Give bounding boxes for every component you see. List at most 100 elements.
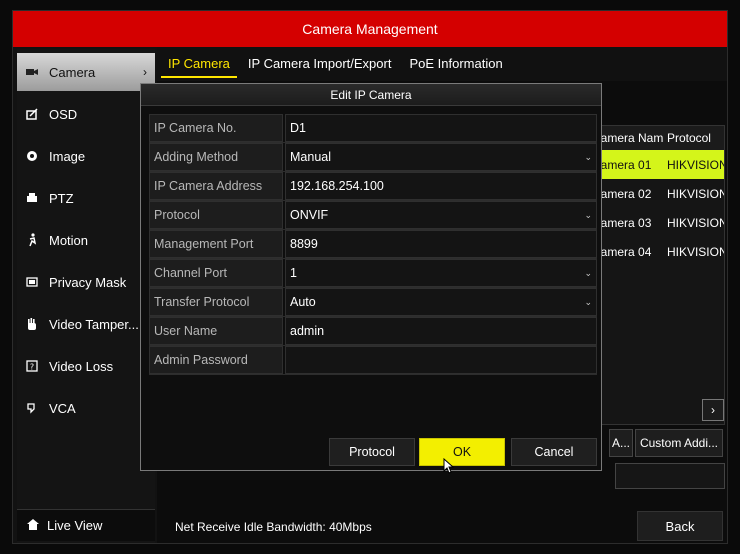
chevron-down-icon: ⌄: [584, 151, 592, 162]
camera-name-cell: Camera 02: [598, 186, 652, 201]
video-loss-icon: ?: [25, 359, 39, 373]
motion-icon: [25, 233, 39, 247]
chevron-down-icon: ⌄: [584, 267, 592, 278]
transfer-protocol-value: Auto: [290, 295, 316, 309]
tab-poe-information[interactable]: PoE Information: [400, 52, 511, 76]
camera-name-cell: Camera 03: [598, 215, 652, 230]
sidebar-item-label: Video Loss: [49, 358, 114, 374]
form-row: Channel Port 1 ⌄: [149, 259, 597, 288]
user-name-label: User Name: [149, 317, 283, 345]
privacy-mask-icon: [25, 275, 39, 289]
table-header: Camera Name Protocol: [598, 126, 724, 150]
sidebar-item-label: VCA: [49, 400, 76, 416]
osd-icon: [25, 107, 39, 121]
custom-adding-button[interactable]: Custom Addi...: [635, 429, 723, 457]
form-row: Admin Password: [149, 346, 597, 375]
form-row: IP Camera Address 192.168.254.100: [149, 172, 597, 201]
management-port-field[interactable]: 8899: [285, 230, 597, 258]
protocol-value: ONVIF: [290, 208, 329, 222]
protocol-cell: HIKVISION: [666, 186, 724, 201]
ip-camera-no-value: D1: [290, 121, 306, 135]
sidebar-item-motion[interactable]: Motion: [17, 221, 155, 259]
sidebar-item-label: Privacy Mask: [49, 274, 127, 290]
protocol-cell: HIKVISION: [666, 157, 724, 172]
protocol-label: Protocol: [149, 201, 283, 229]
ok-button[interactable]: OK: [419, 438, 505, 466]
sidebar-item-label: PTZ: [49, 190, 74, 206]
sidebar-item-image[interactable]: Image: [17, 137, 155, 175]
adding-method-label: Adding Method: [149, 143, 283, 171]
cancel-button[interactable]: Cancel: [511, 438, 597, 466]
scroll-right-button[interactable]: ›: [702, 399, 724, 421]
sidebar-item-video-loss[interactable]: ? Video Loss: [17, 347, 155, 385]
bandwidth-status: Net Receive Idle Bandwidth: 40Mbps: [175, 520, 372, 534]
transfer-protocol-select[interactable]: Auto ⌄: [285, 288, 597, 316]
user-name-value: admin: [290, 324, 325, 338]
admin-password-field[interactable]: [285, 346, 597, 374]
protocol-cell: HIKVISION: [666, 215, 724, 230]
form-row: Management Port 8899: [149, 230, 597, 259]
add-button[interactable]: A...: [609, 429, 633, 457]
column-header-camera-name: Camera Name: [598, 131, 663, 145]
sidebar-item-ptz[interactable]: PTZ: [17, 179, 155, 217]
ip-camera-address-field[interactable]: 192.168.254.100: [285, 172, 597, 200]
table-row[interactable]: Camera 02 HIKVISION: [598, 179, 724, 208]
sidebar-item-label: Camera: [49, 64, 96, 80]
tab-ip-camera[interactable]: IP Camera: [159, 52, 239, 78]
adding-method-value: Manual: [290, 150, 331, 164]
sidebar-item-label: Image: [49, 148, 86, 164]
ip-camera-no-field[interactable]: D1: [285, 114, 597, 142]
chevron-down-icon: ⌄: [584, 296, 592, 307]
admin-password-label: Admin Password: [149, 346, 283, 374]
table-row[interactable]: Camera 03 HIKVISION: [598, 208, 724, 237]
chevron-right-icon: ›: [143, 65, 147, 79]
camera-name-cell: Camera 04: [598, 244, 652, 259]
form-row: IP Camera No. D1: [149, 114, 597, 143]
form-row: Protocol ONVIF ⌄: [149, 201, 597, 230]
window-title: Camera Management: [13, 11, 727, 47]
sidebar-item-label: Video Tamper...: [49, 316, 139, 332]
table-row[interactable]: Camera 01 HIKVISION: [598, 150, 724, 179]
sidebar-item-label: OSD: [49, 106, 78, 122]
background-field: [615, 463, 725, 489]
home-icon: [27, 518, 39, 533]
protocol-select[interactable]: ONVIF ⌄: [285, 201, 597, 229]
transfer-protocol-label: Transfer Protocol: [149, 288, 283, 316]
form-row: User Name admin: [149, 317, 597, 346]
sidebar-item-osd[interactable]: OSD: [17, 95, 155, 133]
channel-port-value: 1: [290, 266, 297, 280]
form-row: Transfer Protocol Auto ⌄: [149, 288, 597, 317]
sidebar-item-video-tamper[interactable]: Video Tamper...: [17, 305, 155, 343]
sidebar: Camera › OSD Image PTZ Motion Privacy Ma…: [17, 49, 155, 543]
ip-camera-form: IP Camera No. D1 Adding Method Manual ⌄ I…: [149, 114, 597, 375]
back-button[interactable]: Back: [637, 511, 723, 541]
adding-method-select[interactable]: Manual ⌄: [285, 143, 597, 171]
dialog-title: Edit IP Camera: [141, 84, 601, 106]
channel-port-select[interactable]: 1 ⌄: [285, 259, 597, 287]
camera-table: Camera Name Protocol Camera 01 HIKVISION…: [597, 125, 725, 425]
form-row: Adding Method Manual ⌄: [149, 143, 597, 172]
ip-camera-no-label: IP Camera No.: [149, 114, 283, 142]
ip-camera-address-label: IP Camera Address: [149, 172, 283, 200]
ip-camera-address-value: 192.168.254.100: [290, 179, 384, 193]
hand-icon: [25, 317, 39, 331]
table-row[interactable]: Camera 04 HIKVISION: [598, 237, 724, 266]
camera-icon: [25, 65, 39, 79]
sidebar-item-vca[interactable]: VCA: [17, 389, 155, 427]
camera-name-cell: Camera 01: [598, 157, 652, 172]
protocol-button[interactable]: Protocol: [329, 438, 415, 466]
user-name-field[interactable]: admin: [285, 317, 597, 345]
column-header-protocol: Protocol: [666, 131, 711, 145]
live-view-button[interactable]: Live View: [17, 509, 155, 541]
sidebar-item-privacy-mask[interactable]: Privacy Mask: [17, 263, 155, 301]
management-port-value: 8899: [290, 237, 318, 251]
sidebar-item-camera[interactable]: Camera ›: [17, 53, 155, 91]
protocol-cell: HIKVISION: [666, 244, 724, 259]
svg-text:?: ?: [30, 363, 34, 372]
channel-port-label: Channel Port: [149, 259, 283, 287]
vca-icon: [25, 401, 39, 415]
ptz-icon: [25, 191, 39, 205]
mouse-cursor-icon: [443, 458, 455, 474]
tab-ip-camera-import-export[interactable]: IP Camera Import/Export: [239, 52, 401, 76]
live-view-label: Live View: [47, 518, 103, 533]
